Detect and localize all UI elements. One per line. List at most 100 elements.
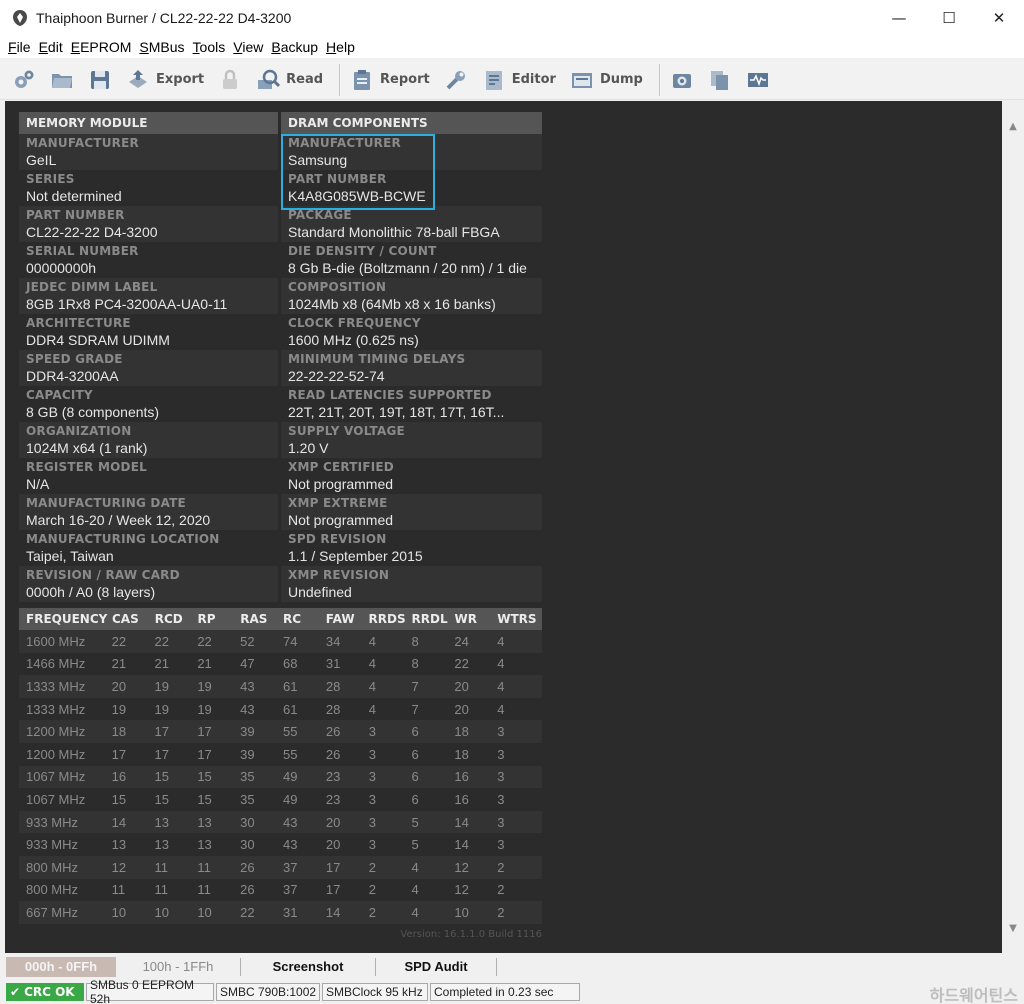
table-cell: 3	[497, 769, 505, 785]
maximize-button[interactable]: ☐	[924, 0, 974, 36]
tab-100h-1ffh[interactable]: 100h - 1FFh	[116, 957, 240, 977]
app-logo-icon	[13, 10, 27, 26]
table-cell: 20	[325, 837, 341, 853]
menu-backup[interactable]: Backup	[267, 39, 322, 55]
check-icon: ✔	[10, 985, 21, 999]
column-header: RCD	[154, 612, 183, 626]
screenshot-tool-button[interactable]	[666, 63, 698, 97]
menu-smbus[interactable]: SMBus	[135, 39, 188, 55]
table-cell: 4	[497, 633, 505, 649]
table-row: 667 MHz 10 10 10 22 31 14 2 4 10 2	[19, 901, 542, 924]
menu-backup-accel: B	[271, 39, 281, 55]
field-value: Not determined	[26, 188, 122, 204]
table-cell: 4	[411, 904, 419, 920]
folder-icon	[52, 73, 72, 88]
table-cell: 39	[240, 724, 255, 740]
table-cell: 47	[240, 656, 255, 672]
column-header: FREQUENCY	[26, 612, 108, 626]
tools-button[interactable]	[440, 63, 472, 97]
table-cell: 3	[497, 791, 505, 807]
menu-help[interactable]: Help	[322, 39, 359, 55]
table-cell: 21	[154, 656, 169, 672]
copy-pages-icon	[710, 70, 728, 90]
field-value: 1600 MHz (0.625 ns)	[288, 332, 419, 348]
table-cell: 22	[111, 633, 127, 649]
field-label: SPEED GRADE	[26, 352, 123, 366]
memory-module-field: CAPACITY 8 GB (8 components)	[19, 386, 278, 422]
table-cell: 17	[197, 746, 212, 762]
table-cell: 39	[240, 746, 255, 762]
field-value: 1024M x64 (1 rank)	[26, 440, 148, 456]
table-cell: 3	[368, 837, 376, 853]
table-cell: 13	[111, 837, 127, 853]
table-cell: 61	[283, 678, 298, 694]
lock-button[interactable]	[214, 63, 246, 97]
table-cell: 14	[111, 814, 127, 830]
table-cell: 14	[454, 814, 469, 830]
field-label: XMP REVISION	[288, 568, 390, 582]
export-icon	[129, 69, 147, 88]
field-label: REVISION / RAW CARD	[26, 568, 180, 582]
dram-component-field: DIE DENSITY / COUNT 8 Gb B-die (Boltzmann…	[281, 242, 542, 278]
table-cell: 61	[283, 701, 298, 717]
copy-button[interactable]	[704, 63, 736, 97]
field-label: DIE DENSITY / COUNT	[288, 244, 437, 258]
close-button[interactable]: ✕	[974, 0, 1024, 36]
table-cell: 3	[368, 814, 376, 830]
minimize-button[interactable]: —	[874, 0, 924, 36]
table-row: 1600 MHz 22 22 22 52 74 34 4 8 24 4	[19, 630, 542, 653]
settings-button[interactable]	[8, 63, 40, 97]
table-cell: 26	[240, 859, 255, 875]
table-cell: 68	[283, 656, 298, 672]
waveform-icon	[747, 72, 768, 87]
table-cell: 800 MHz	[26, 859, 79, 875]
table-cell: 6	[411, 791, 419, 807]
column-header: RP	[197, 612, 216, 626]
table-cell: 43	[240, 701, 255, 717]
read-button[interactable]: Read	[252, 63, 327, 97]
menu-smbus-accel: S	[139, 39, 149, 55]
report-icon	[354, 69, 371, 90]
field-value: Not programmed	[288, 476, 394, 492]
scroll-up-icon[interactable]: ▲	[1002, 115, 1024, 137]
memory-module-field: JEDEC DIMM LABEL 8GB 1Rx8 PC4-3200AA-UA0-…	[19, 278, 278, 314]
table-cell: 3	[368, 724, 376, 740]
waveform-button[interactable]	[742, 63, 774, 97]
read-label: Read	[286, 72, 324, 87]
scroll-down-icon[interactable]: ▼	[1002, 917, 1024, 939]
report-button[interactable]: Report	[346, 63, 434, 97]
menu-help-accel: H	[326, 39, 337, 55]
field-label: MANUFACTURING DATE	[26, 496, 186, 510]
field-value: CL22-22-22 D4-3200	[26, 224, 158, 240]
memory-module-field: ORGANIZATION 1024M x64 (1 rank)	[19, 422, 278, 458]
tab-screenshot[interactable]: Screenshot	[241, 957, 375, 977]
field-value: 22T, 21T, 20T, 19T, 18T, 17T, 16T...	[288, 404, 505, 420]
table-cell: 12	[454, 882, 469, 898]
table-cell: 1067 MHz	[26, 769, 86, 785]
menu-view[interactable]: View	[229, 39, 267, 55]
open-button[interactable]	[46, 63, 78, 97]
spd-content-panel: MEMORY MODULE MANUFACTURER GeIL SERIES Not …	[5, 101, 1002, 953]
column-header: WTRS	[497, 612, 537, 626]
table-row: 800 MHz 11 11 11 26 37 17 2 4 12 2	[19, 878, 542, 902]
tab-000h-0ffh[interactable]: 000h - 0FFh	[6, 956, 116, 977]
tab-spd-audit[interactable]: SPD Audit	[376, 957, 496, 977]
table-cell: 37	[283, 882, 298, 898]
table-cell: 3	[368, 791, 376, 807]
menu-edit[interactable]: Edit	[35, 39, 67, 55]
dump-button[interactable]: Dump	[566, 63, 647, 97]
table-cell: 10	[111, 904, 127, 920]
save-button[interactable]	[84, 63, 116, 97]
export-button[interactable]: Export	[122, 63, 208, 97]
menu-file[interactable]: File	[4, 39, 35, 55]
menu-tools[interactable]: Tools	[189, 39, 230, 55]
table-row: 933 MHz 14 13 13 30 43 20 3 5 14 3	[19, 810, 542, 834]
dram-component-field: CLOCK FREQUENCY 1600 MHz (0.625 ns)	[281, 314, 542, 350]
menu-eeprom[interactable]: EEPROM	[67, 39, 136, 55]
table-row: 1200 MHz 18 17 17 39 55 26 3 6 18 3	[19, 720, 542, 743]
vertical-scrollbar[interactable]: ▲ ▼	[1002, 101, 1024, 953]
memory-module-header: MEMORY MODULE	[19, 112, 278, 134]
editor-button[interactable]: Editor	[478, 63, 560, 97]
field-value: 1.1 / September 2015	[288, 548, 423, 564]
table-cell: 19	[197, 701, 212, 717]
